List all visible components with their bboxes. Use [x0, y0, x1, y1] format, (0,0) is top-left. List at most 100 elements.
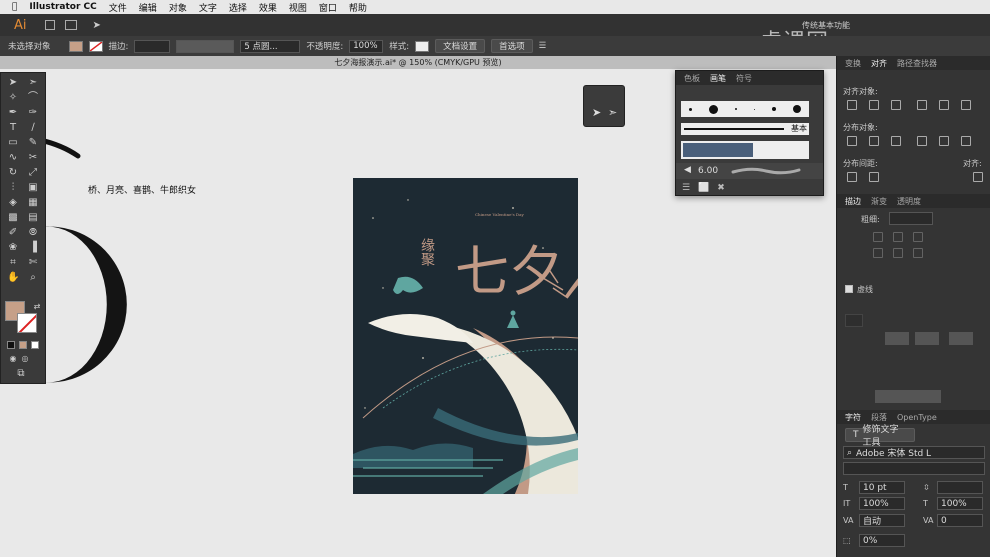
menu-window[interactable]: 窗口 [319, 1, 337, 14]
tab-character[interactable]: 字符 [845, 412, 861, 423]
v-scale-field[interactable]: 100% [859, 497, 905, 510]
swap-colors-icon[interactable]: ⇄ [31, 301, 43, 313]
brush-dot-mini[interactable] [753, 108, 755, 110]
magic-wand-icon[interactable]: ✧ [7, 92, 19, 104]
mesh-tool-icon[interactable]: ▩ [7, 212, 19, 224]
blend-tool-icon[interactable]: ⦾ [27, 227, 39, 239]
document-tab[interactable]: 七夕海报演示.ai* @ 150% (CMYK/GPU 预览) [0, 56, 836, 69]
dist-top-icon[interactable] [847, 136, 857, 146]
stroke-color-box[interactable] [17, 313, 37, 333]
poster-artboard[interactable]: 七夕 缘聚 Chinese Valentine's Day [353, 178, 578, 494]
tab-transparency[interactable]: 透明度 [897, 196, 921, 207]
spacing-horizontal-icon[interactable] [869, 172, 879, 182]
arrange-icon[interactable]: ☰ [539, 41, 547, 51]
bridge-icon[interactable] [44, 20, 55, 30]
tracking-field[interactable]: 0 [937, 514, 983, 527]
preferences-button[interactable]: 首选项 [491, 39, 533, 53]
draw-mode-icon[interactable]: ◉ [7, 353, 19, 365]
hand-tool-icon[interactable]: ✋ [7, 272, 19, 284]
rotate-tool-icon[interactable]: ↻ [7, 167, 19, 179]
brush-pattern-row[interactable] [681, 141, 809, 159]
direct-selection-plus-icon[interactable]: ➣ [608, 106, 617, 119]
brush-dot-large[interactable] [709, 104, 719, 114]
brush-delete-icon[interactable]: ✖ [717, 183, 725, 193]
slice-tool-icon[interactable]: ✄ [27, 257, 39, 269]
font-size-field[interactable]: 10 pt [859, 481, 905, 494]
none-mode-button[interactable] [31, 341, 39, 349]
dist-vcenter-icon[interactable] [869, 136, 879, 146]
align-top-icon[interactable] [917, 100, 927, 110]
stroke-weight-field[interactable] [134, 39, 171, 53]
dash-field-4[interactable] [949, 332, 973, 345]
kerning-field[interactable]: 自动 [859, 514, 905, 527]
draw-behind-icon[interactable]: ◎ [19, 353, 31, 365]
brush-dot-small[interactable] [689, 107, 693, 111]
brush-basic-row[interactable]: 基本 [681, 123, 809, 135]
menu-file[interactable]: 文件 [109, 1, 127, 14]
stroke-swatch[interactable] [88, 40, 103, 52]
spacing-vertical-icon[interactable] [847, 172, 857, 182]
send-icon[interactable]: ➤ [93, 20, 101, 31]
gradient-mode-button[interactable] [19, 341, 27, 349]
weight-field[interactable] [889, 212, 933, 225]
font-family-field[interactable]: ⌕ Adobe 宋体 Std L [843, 446, 985, 459]
dist-left-icon[interactable] [917, 136, 927, 146]
menu-help[interactable]: 帮助 [349, 1, 367, 14]
menu-object[interactable]: 对象 [169, 1, 187, 14]
dash-field-1[interactable] [845, 314, 863, 327]
menu-select[interactable]: 选择 [229, 1, 247, 14]
brush-new-icon[interactable]: ⬜ [698, 183, 709, 193]
profile-field[interactable] [875, 390, 941, 403]
align-bottom-icon[interactable] [961, 100, 971, 110]
dist-bottom-icon[interactable] [891, 136, 901, 146]
menu-type[interactable]: 文字 [199, 1, 217, 14]
tab-opentype[interactable]: OpenType [897, 413, 937, 422]
tab-pathfinder[interactable]: 路径查找器 [897, 58, 937, 69]
menu-effect[interactable]: 效果 [259, 1, 277, 14]
color-mode-button[interactable] [7, 341, 15, 349]
shape-builder-icon[interactable]: ◈ [7, 197, 19, 209]
width-tool-icon[interactable]: ⫶ [7, 182, 19, 194]
tab-gradient[interactable]: 渐变 [871, 196, 887, 207]
paintbrush-tool-icon[interactable]: ✎ [27, 137, 39, 149]
dash-field-2[interactable] [885, 332, 909, 345]
dashed-checkbox[interactable] [845, 285, 853, 293]
pen-tool-icon[interactable]: ✒ [7, 107, 19, 119]
scale-tool-icon[interactable]: ⤢ [27, 167, 39, 179]
graph-tool-icon[interactable]: ▐ [27, 242, 39, 254]
tab-stroke[interactable]: 描边 [845, 196, 861, 207]
apple-icon[interactable]:  [12, 2, 17, 12]
opacity-field[interactable]: 100% [349, 39, 384, 53]
lasso-icon[interactable]: ⌒ [27, 92, 39, 104]
menu-app-name[interactable]: Illustrator CC [29, 2, 96, 12]
dash-field-3[interactable] [915, 332, 939, 345]
brush-definition-field[interactable]: 5 点圆... [240, 39, 301, 53]
fill-swatch[interactable] [68, 40, 83, 52]
font-style-field[interactable] [843, 462, 985, 475]
zoom-tool-icon[interactable]: ⌕ [27, 272, 39, 284]
style-swatch[interactable] [415, 40, 430, 52]
tab-symbols[interactable]: 符号 [736, 73, 752, 84]
brush-library-icon[interactable]: ☰ [682, 183, 690, 193]
arrange-docs-icon[interactable] [64, 20, 77, 30]
align-left-icon[interactable] [847, 100, 857, 110]
menu-edit[interactable]: 编辑 [139, 1, 157, 14]
align-vcenter-icon[interactable] [939, 100, 949, 110]
h-scale-field[interactable]: 100% [937, 497, 983, 510]
type-tool-icon[interactable]: T [7, 122, 19, 134]
perspective-grid-icon[interactable]: ▦ [27, 197, 39, 209]
eyedropper-icon[interactable]: ✐ [7, 227, 19, 239]
gradient-tool-icon[interactable]: ▤ [27, 212, 39, 224]
leading-field[interactable] [937, 481, 983, 494]
free-transform-icon[interactable]: ▣ [27, 182, 39, 194]
brush-size-value[interactable]: 6.00 [698, 166, 718, 176]
brush-dot-med[interactable] [771, 107, 776, 111]
symbol-sprayer-icon[interactable]: ❀ [7, 242, 19, 254]
tab-brushes[interactable]: 画笔 [710, 73, 726, 84]
selection-tool-icon[interactable]: ➤ [7, 77, 19, 89]
align-hcenter-icon[interactable] [869, 100, 879, 110]
scissors-icon[interactable]: ✂ [27, 152, 39, 164]
touch-type-tool-button[interactable]: T 修饰文字工具 [845, 425, 915, 448]
tab-transform[interactable]: 变换 [845, 58, 861, 69]
artboard-tool-icon[interactable]: ⌗ [7, 257, 19, 269]
